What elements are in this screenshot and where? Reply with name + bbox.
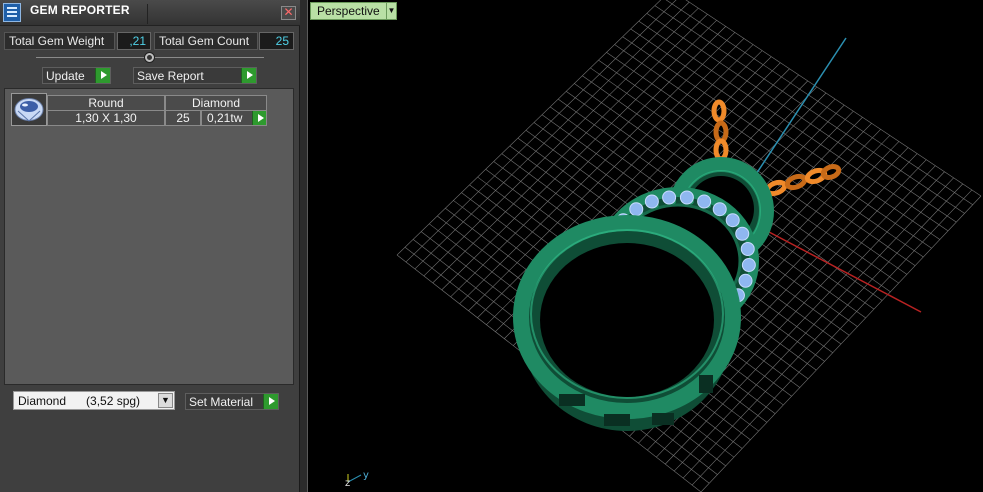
chevron-down-icon[interactable]: ▼ — [386, 2, 397, 20]
gem-stone — [644, 194, 659, 209]
play-arrow-icon — [95, 68, 110, 83]
material-selected-value: Diamond (3,52 spg) — [18, 394, 141, 408]
gem-list: Round Diamond 1,30 X 1,30 25 0,21tw — [4, 88, 294, 385]
total-gem-count-label: Total Gem Count — [154, 32, 258, 50]
dropdown-arrow-icon[interactable]: ▼ — [158, 393, 173, 408]
gem-count-cell: 25 — [165, 110, 201, 126]
axis-label-y: y — [363, 470, 369, 481]
gem-stone — [738, 273, 753, 288]
gem-weight-cell: 0,21tw — [201, 110, 267, 126]
update-button-label: Update — [46, 69, 85, 83]
gem-stone — [725, 213, 740, 228]
gem-stone — [662, 190, 677, 205]
gem-size-cell: 1,30 X 1,30 — [47, 110, 165, 126]
set-material-button-label: Set Material — [189, 395, 254, 409]
close-icon[interactable]: ✕ — [281, 6, 296, 20]
play-arrow-icon — [263, 394, 278, 409]
total-gem-weight-value: ,21 — [117, 32, 151, 50]
gem-stone — [735, 226, 750, 241]
gem-thumbnail-icon[interactable] — [11, 93, 47, 126]
app-icon — [3, 3, 21, 22]
title-bar: GEM REPORTER ✕ — [0, 0, 300, 26]
panel-splitter-handle[interactable] — [144, 52, 155, 63]
gem-stone — [629, 202, 644, 217]
save-report-button-label: Save Report — [137, 69, 204, 83]
panel-title: GEM REPORTER — [30, 3, 130, 17]
total-gem-count-value: 25 — [259, 32, 294, 50]
view-mode-tab[interactable]: Perspective — [310, 2, 387, 20]
view-mode-label: Perspective — [317, 4, 380, 18]
play-arrow-icon — [241, 68, 256, 83]
gem-weight-value: 0,21tw — [207, 111, 243, 125]
gem-stone — [740, 242, 755, 257]
viewport-3d[interactable]: z y Perspective ▼ — [307, 0, 983, 492]
gem-stone — [712, 202, 727, 217]
set-material-button[interactable]: Set Material — [185, 393, 279, 410]
large-ring — [513, 215, 741, 431]
axis-label-z: z — [345, 478, 350, 489]
gem-stone — [679, 190, 694, 205]
title-separator — [147, 4, 148, 24]
gem-stone — [741, 258, 756, 273]
axis-indicator: z y — [345, 470, 369, 489]
update-button[interactable]: Update — [42, 67, 111, 84]
gem-stone — [697, 194, 712, 209]
column-header-material: Diamond — [165, 95, 267, 111]
material-select[interactable]: Diamond (3,52 spg) ▼ — [13, 391, 175, 410]
gem-reporter-panel: GEM REPORTER ✕ Total Gem Weight ,21 Tota… — [0, 0, 300, 492]
column-header-shape: Round — [47, 95, 165, 111]
play-arrow-icon[interactable] — [252, 111, 266, 125]
total-gem-weight-label: Total Gem Weight — [4, 32, 115, 50]
save-report-button[interactable]: Save Report — [133, 67, 257, 84]
